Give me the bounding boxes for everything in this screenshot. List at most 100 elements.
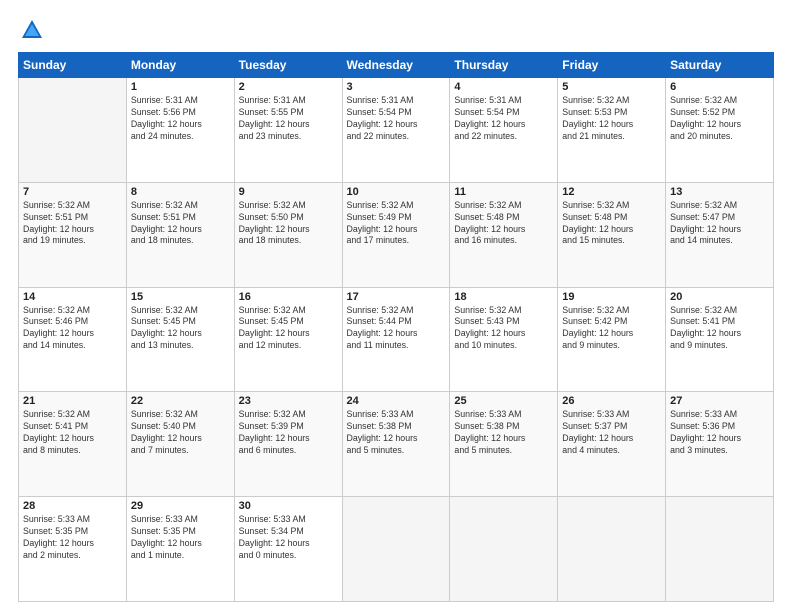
day-cell: 14 Sunrise: 5:32 AM Sunset: 5:46 PM Dayli… — [19, 287, 127, 392]
day-info: Sunrise: 5:32 AM Sunset: 5:47 PM Dayligh… — [670, 200, 769, 248]
day-info: Sunrise: 5:32 AM Sunset: 5:48 PM Dayligh… — [454, 200, 553, 248]
day-cell: 30 Sunrise: 5:33 AM Sunset: 5:34 PM Dayli… — [234, 497, 342, 602]
weekday-row: SundayMondayTuesdayWednesdayThursdayFrid… — [19, 53, 774, 78]
day-cell — [342, 497, 450, 602]
day-number: 10 — [347, 186, 446, 198]
day-info: Sunrise: 5:33 AM Sunset: 5:37 PM Dayligh… — [562, 409, 661, 457]
day-info: Sunrise: 5:33 AM Sunset: 5:36 PM Dayligh… — [670, 409, 769, 457]
day-number: 8 — [131, 186, 230, 198]
day-number: 13 — [670, 186, 769, 198]
calendar-table: SundayMondayTuesdayWednesdayThursdayFrid… — [18, 52, 774, 602]
day-cell: 23 Sunrise: 5:32 AM Sunset: 5:39 PM Dayli… — [234, 392, 342, 497]
day-info: Sunrise: 5:33 AM Sunset: 5:34 PM Dayligh… — [239, 514, 338, 562]
week-row-4: 21 Sunrise: 5:32 AM Sunset: 5:41 PM Dayli… — [19, 392, 774, 497]
day-info: Sunrise: 5:32 AM Sunset: 5:40 PM Dayligh… — [131, 409, 230, 457]
day-info: Sunrise: 5:32 AM Sunset: 5:41 PM Dayligh… — [23, 409, 122, 457]
day-info: Sunrise: 5:33 AM Sunset: 5:35 PM Dayligh… — [23, 514, 122, 562]
day-number: 3 — [347, 81, 446, 93]
day-number: 21 — [23, 395, 122, 407]
day-info: Sunrise: 5:32 AM Sunset: 5:51 PM Dayligh… — [131, 200, 230, 248]
day-number: 14 — [23, 291, 122, 303]
day-cell: 21 Sunrise: 5:32 AM Sunset: 5:41 PM Dayli… — [19, 392, 127, 497]
day-info: Sunrise: 5:32 AM Sunset: 5:43 PM Dayligh… — [454, 305, 553, 353]
day-cell: 26 Sunrise: 5:33 AM Sunset: 5:37 PM Dayli… — [558, 392, 666, 497]
day-number: 18 — [454, 291, 553, 303]
day-number: 11 — [454, 186, 553, 198]
day-cell: 13 Sunrise: 5:32 AM Sunset: 5:47 PM Dayli… — [666, 182, 774, 287]
weekday-header-saturday: Saturday — [666, 53, 774, 78]
day-cell: 3 Sunrise: 5:31 AM Sunset: 5:54 PM Daylig… — [342, 78, 450, 183]
day-info: Sunrise: 5:32 AM Sunset: 5:49 PM Dayligh… — [347, 200, 446, 248]
day-cell — [450, 497, 558, 602]
day-number: 27 — [670, 395, 769, 407]
day-cell: 19 Sunrise: 5:32 AM Sunset: 5:42 PM Dayli… — [558, 287, 666, 392]
day-info: Sunrise: 5:32 AM Sunset: 5:42 PM Dayligh… — [562, 305, 661, 353]
day-cell — [558, 497, 666, 602]
weekday-header-wednesday: Wednesday — [342, 53, 450, 78]
day-cell — [19, 78, 127, 183]
calendar-body: 1 Sunrise: 5:31 AM Sunset: 5:56 PM Daylig… — [19, 78, 774, 602]
week-row-3: 14 Sunrise: 5:32 AM Sunset: 5:46 PM Dayli… — [19, 287, 774, 392]
day-cell — [666, 497, 774, 602]
day-cell: 7 Sunrise: 5:32 AM Sunset: 5:51 PM Daylig… — [19, 182, 127, 287]
logo-icon — [18, 16, 46, 44]
day-info: Sunrise: 5:32 AM Sunset: 5:45 PM Dayligh… — [239, 305, 338, 353]
day-number: 19 — [562, 291, 661, 303]
day-info: Sunrise: 5:33 AM Sunset: 5:35 PM Dayligh… — [131, 514, 230, 562]
day-number: 6 — [670, 81, 769, 93]
day-number: 7 — [23, 186, 122, 198]
day-info: Sunrise: 5:32 AM Sunset: 5:53 PM Dayligh… — [562, 95, 661, 143]
day-cell: 16Sunrise: 5:32 AM Sunset: 5:45 PM Dayli… — [234, 287, 342, 392]
logo — [18, 16, 50, 44]
day-info: Sunrise: 5:31 AM Sunset: 5:56 PM Dayligh… — [131, 95, 230, 143]
day-number: 26 — [562, 395, 661, 407]
day-number: 20 — [670, 291, 769, 303]
page: SundayMondayTuesdayWednesdayThursdayFrid… — [0, 0, 792, 612]
day-cell: 28 Sunrise: 5:33 AM Sunset: 5:35 PM Dayli… — [19, 497, 127, 602]
day-info: Sunrise: 5:32 AM Sunset: 5:46 PM Dayligh… — [23, 305, 122, 353]
day-number: 1 — [131, 81, 230, 93]
day-info: Sunrise: 5:32 AM Sunset: 5:44 PM Dayligh… — [347, 305, 446, 353]
weekday-header-monday: Monday — [126, 53, 234, 78]
day-info: Sunrise: 5:31 AM Sunset: 5:54 PM Dayligh… — [454, 95, 553, 143]
day-cell: 2Sunrise: 5:31 AM Sunset: 5:55 PM Daylig… — [234, 78, 342, 183]
week-row-1: 1 Sunrise: 5:31 AM Sunset: 5:56 PM Daylig… — [19, 78, 774, 183]
day-cell: 15 Sunrise: 5:32 AM Sunset: 5:45 PM Dayli… — [126, 287, 234, 392]
day-number: 25 — [454, 395, 553, 407]
day-number: 4 — [454, 81, 553, 93]
day-info: Sunrise: 5:32 AM Sunset: 5:52 PM Dayligh… — [670, 95, 769, 143]
day-cell: 22 Sunrise: 5:32 AM Sunset: 5:40 PM Dayli… — [126, 392, 234, 497]
day-number: 28 — [23, 500, 122, 512]
day-info: Sunrise: 5:32 AM Sunset: 5:51 PM Dayligh… — [23, 200, 122, 248]
day-cell: 5Sunrise: 5:32 AM Sunset: 5:53 PM Daylig… — [558, 78, 666, 183]
day-info: Sunrise: 5:31 AM Sunset: 5:54 PM Dayligh… — [347, 95, 446, 143]
day-info: Sunrise: 5:32 AM Sunset: 5:48 PM Dayligh… — [562, 200, 661, 248]
day-cell: 4 Sunrise: 5:31 AM Sunset: 5:54 PM Daylig… — [450, 78, 558, 183]
day-number: 12 — [562, 186, 661, 198]
day-cell: 1 Sunrise: 5:31 AM Sunset: 5:56 PM Daylig… — [126, 78, 234, 183]
header — [18, 16, 774, 44]
day-cell: 27 Sunrise: 5:33 AM Sunset: 5:36 PM Dayli… — [666, 392, 774, 497]
calendar-header: SundayMondayTuesdayWednesdayThursdayFrid… — [19, 53, 774, 78]
weekday-header-friday: Friday — [558, 53, 666, 78]
weekday-header-sunday: Sunday — [19, 53, 127, 78]
day-info: Sunrise: 5:32 AM Sunset: 5:39 PM Dayligh… — [239, 409, 338, 457]
day-cell: 11 Sunrise: 5:32 AM Sunset: 5:48 PM Dayli… — [450, 182, 558, 287]
day-number: 9 — [239, 186, 338, 198]
day-info: Sunrise: 5:32 AM Sunset: 5:45 PM Dayligh… — [131, 305, 230, 353]
day-number: 22 — [131, 395, 230, 407]
day-cell: 8 Sunrise: 5:32 AM Sunset: 5:51 PM Daylig… — [126, 182, 234, 287]
day-cell: 10 Sunrise: 5:32 AM Sunset: 5:49 PM Dayli… — [342, 182, 450, 287]
day-info: Sunrise: 5:33 AM Sunset: 5:38 PM Dayligh… — [454, 409, 553, 457]
day-cell: 9Sunrise: 5:32 AM Sunset: 5:50 PM Daylig… — [234, 182, 342, 287]
weekday-header-thursday: Thursday — [450, 53, 558, 78]
day-number: 23 — [239, 395, 338, 407]
week-row-2: 7 Sunrise: 5:32 AM Sunset: 5:51 PM Daylig… — [19, 182, 774, 287]
day-number: 24 — [347, 395, 446, 407]
day-cell: 24 Sunrise: 5:33 AM Sunset: 5:38 PM Dayli… — [342, 392, 450, 497]
day-info: Sunrise: 5:33 AM Sunset: 5:38 PM Dayligh… — [347, 409, 446, 457]
day-cell: 20Sunrise: 5:32 AM Sunset: 5:41 PM Dayli… — [666, 287, 774, 392]
day-number: 30 — [239, 500, 338, 512]
day-number: 17 — [347, 291, 446, 303]
day-number: 15 — [131, 291, 230, 303]
